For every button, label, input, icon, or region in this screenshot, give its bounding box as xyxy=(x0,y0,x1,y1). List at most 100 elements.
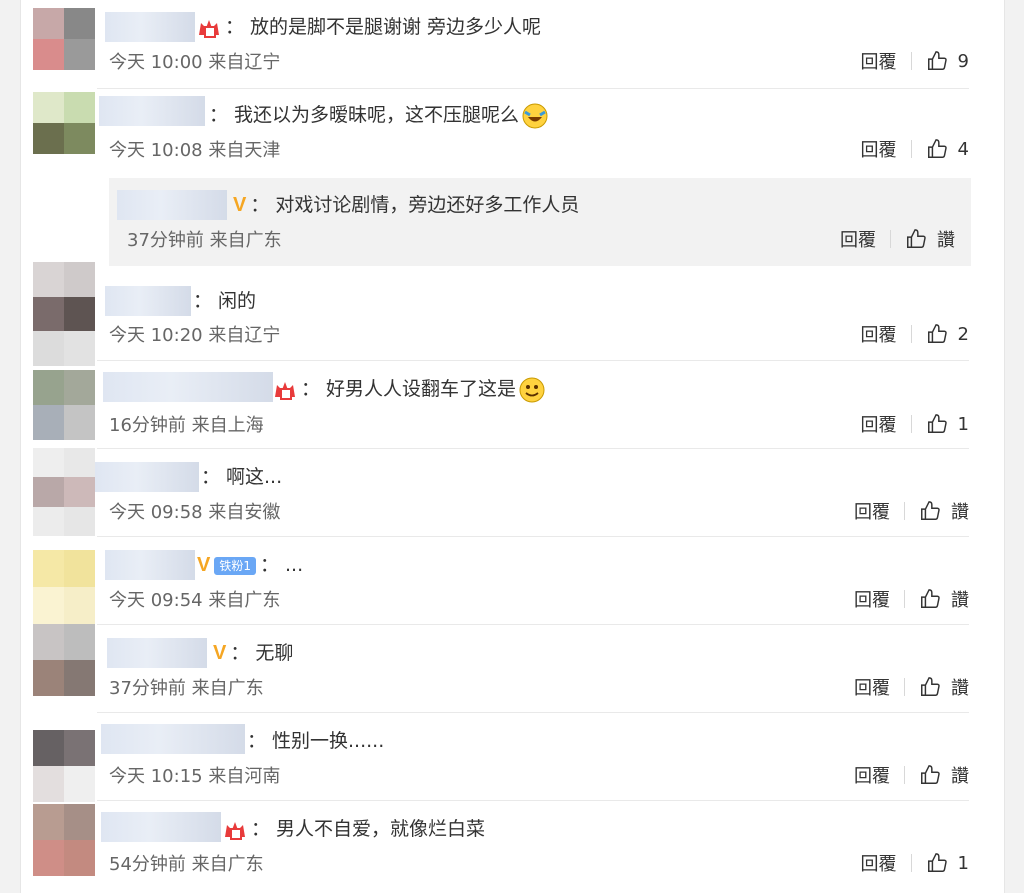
divider xyxy=(910,52,912,70)
username-blurred[interactable] xyxy=(101,724,245,754)
comment-actions: 回覆 2 xyxy=(861,321,969,347)
reply-button[interactable]: 回覆 xyxy=(861,411,897,437)
comment-actions: 回覆 1 xyxy=(861,850,969,876)
username-blurred[interactable] xyxy=(103,372,273,402)
divider xyxy=(910,854,912,872)
comment-item: ：闲的 今天 10:20 来自辽宁 回覆 2 xyxy=(21,262,1004,366)
avatar[interactable] xyxy=(33,8,95,70)
avatar[interactable] xyxy=(33,92,95,154)
avatar[interactable] xyxy=(33,370,95,440)
divider xyxy=(904,502,905,520)
comment-meta: 今天 09:54 来自广东 xyxy=(109,590,281,611)
username-blurred[interactable] xyxy=(107,638,207,668)
thumbs-up-icon xyxy=(921,677,940,696)
comment-actions: 回覆 讚 xyxy=(854,762,969,788)
like-label: 讚 xyxy=(951,590,969,611)
thumbs-up-icon xyxy=(927,139,947,158)
reply-button[interactable]: 回覆 xyxy=(861,850,897,876)
like-count: 4 xyxy=(957,138,969,160)
vip-crown-icon xyxy=(275,381,295,400)
smile-emoji-icon xyxy=(519,377,545,402)
comment-item: ：放的是脚不是腿谢谢 旁边多少人呢 今天 10:00 来自辽宁 回覆 9 xyxy=(21,0,1004,88)
reply-button[interactable]: 回覆 xyxy=(854,586,890,612)
like-count: 9 xyxy=(957,50,969,72)
comment-text: ：啊这... xyxy=(201,466,283,488)
username-blurred[interactable] xyxy=(105,286,191,316)
like-button[interactable]: 1 xyxy=(926,413,969,435)
thumbs-up-icon xyxy=(921,589,940,608)
comment-actions: 回覆 1 xyxy=(861,411,969,437)
comment-actions: 回覆 讚 xyxy=(840,226,955,252)
like-label: 讚 xyxy=(951,766,969,787)
username-blurred[interactable] xyxy=(105,12,195,42)
avatar[interactable] xyxy=(33,550,95,624)
comment-meta: 今天 10:00 来自辽宁 xyxy=(109,52,281,73)
username-blurred[interactable] xyxy=(117,190,227,220)
username-blurred[interactable] xyxy=(105,550,195,580)
like-count: 1 xyxy=(957,413,969,435)
like-label: 讚 xyxy=(951,502,969,523)
like-button[interactable]: 讚 xyxy=(919,762,969,788)
comment-text: ：放的是脚不是腿谢谢 旁边多少人呢 xyxy=(197,12,541,42)
like-button[interactable]: 讚 xyxy=(919,674,969,700)
reply-button[interactable]: 回覆 xyxy=(861,48,897,74)
reply-button[interactable]: 回覆 xyxy=(854,762,890,788)
comment-meta: 今天 10:20 来自辽宁 xyxy=(109,325,281,346)
comment-text: ：男人不自爱，就像烂白菜 xyxy=(223,814,485,844)
avatar[interactable] xyxy=(33,730,95,802)
thumbs-up-icon xyxy=(927,324,947,343)
verified-v-icon: V xyxy=(233,194,247,216)
comment-text: ：我还以为多暧昧呢，这不压腿呢么 xyxy=(209,100,549,130)
comment-actions: 回覆 讚 xyxy=(854,498,969,524)
divider xyxy=(904,590,905,608)
divider xyxy=(910,325,912,343)
avatar[interactable] xyxy=(33,624,95,696)
comment-text: ：好男人人设翻车了这是 xyxy=(273,374,546,404)
like-button[interactable]: 9 xyxy=(926,50,969,72)
reply-button[interactable]: 回覆 xyxy=(840,226,876,252)
reply-button[interactable]: 回覆 xyxy=(854,498,890,524)
comment-text: V：对戏讨论剧情，旁边还好多工作人员 xyxy=(233,190,579,220)
like-label: 讚 xyxy=(951,678,969,699)
avatar[interactable] xyxy=(33,804,95,876)
like-button[interactable]: 2 xyxy=(926,323,969,345)
like-label: 讚 xyxy=(937,230,955,251)
comment-text: V 铁粉1：... xyxy=(197,550,303,580)
thumbs-up-icon xyxy=(927,51,947,70)
username-blurred[interactable] xyxy=(101,812,221,842)
reply-button[interactable]: 回覆 xyxy=(854,674,890,700)
like-button[interactable]: 讚 xyxy=(905,226,955,252)
username-blurred[interactable] xyxy=(99,96,205,126)
like-button[interactable]: 4 xyxy=(926,138,969,160)
reply-button[interactable]: 回覆 xyxy=(861,136,897,162)
like-button[interactable]: 1 xyxy=(926,852,969,874)
comment-meta: 今天 10:15 来自河南 xyxy=(109,766,281,787)
comment-item: ：我还以为多暧昧呢，这不压腿呢么 今天 10:08 来自天津 回覆 4 xyxy=(21,88,1004,178)
avatar[interactable] xyxy=(33,448,95,536)
comment-item: ：男人不自爱，就像烂白菜 54分钟前 来自广东 回覆 1 xyxy=(21,800,1004,893)
verified-v-icon: V xyxy=(213,642,227,664)
divider xyxy=(890,230,891,248)
comment-meta: 今天 09:58 来自安徽 xyxy=(109,502,281,523)
comment-meta: 54分钟前 来自广东 xyxy=(109,854,264,875)
divider xyxy=(910,415,912,433)
fan-badge: 铁粉1 xyxy=(214,556,256,575)
reply-box: V：对戏讨论剧情，旁边还好多工作人员 37分钟前 来自广东 回覆 讚 xyxy=(109,178,971,266)
verified-v-icon: V xyxy=(197,554,211,576)
username-blurred[interactable] xyxy=(95,462,199,492)
comment-item: V：无聊 37分钟前 来自广东 回覆 讚 xyxy=(21,624,1004,712)
reply-button[interactable]: 回覆 xyxy=(861,321,897,347)
comment-text: V：无聊 xyxy=(213,638,293,668)
comment-meta: 37分钟前 来自广东 xyxy=(127,230,282,251)
divider xyxy=(910,140,912,158)
avatar[interactable] xyxy=(33,262,95,366)
like-count: 2 xyxy=(957,323,969,345)
like-button[interactable]: 讚 xyxy=(919,586,969,612)
vip-crown-icon xyxy=(225,821,245,840)
comment-meta: 16分钟前 来自上海 xyxy=(109,415,264,436)
comment-item: ：好男人人设翻车了这是 16分钟前 来自上海 回覆 1 xyxy=(21,360,1004,448)
comment-actions: 回覆 讚 xyxy=(854,674,969,700)
like-button[interactable]: 讚 xyxy=(919,498,969,524)
divider xyxy=(904,678,905,696)
comment-meta: 37分钟前 来自广东 xyxy=(109,678,264,699)
